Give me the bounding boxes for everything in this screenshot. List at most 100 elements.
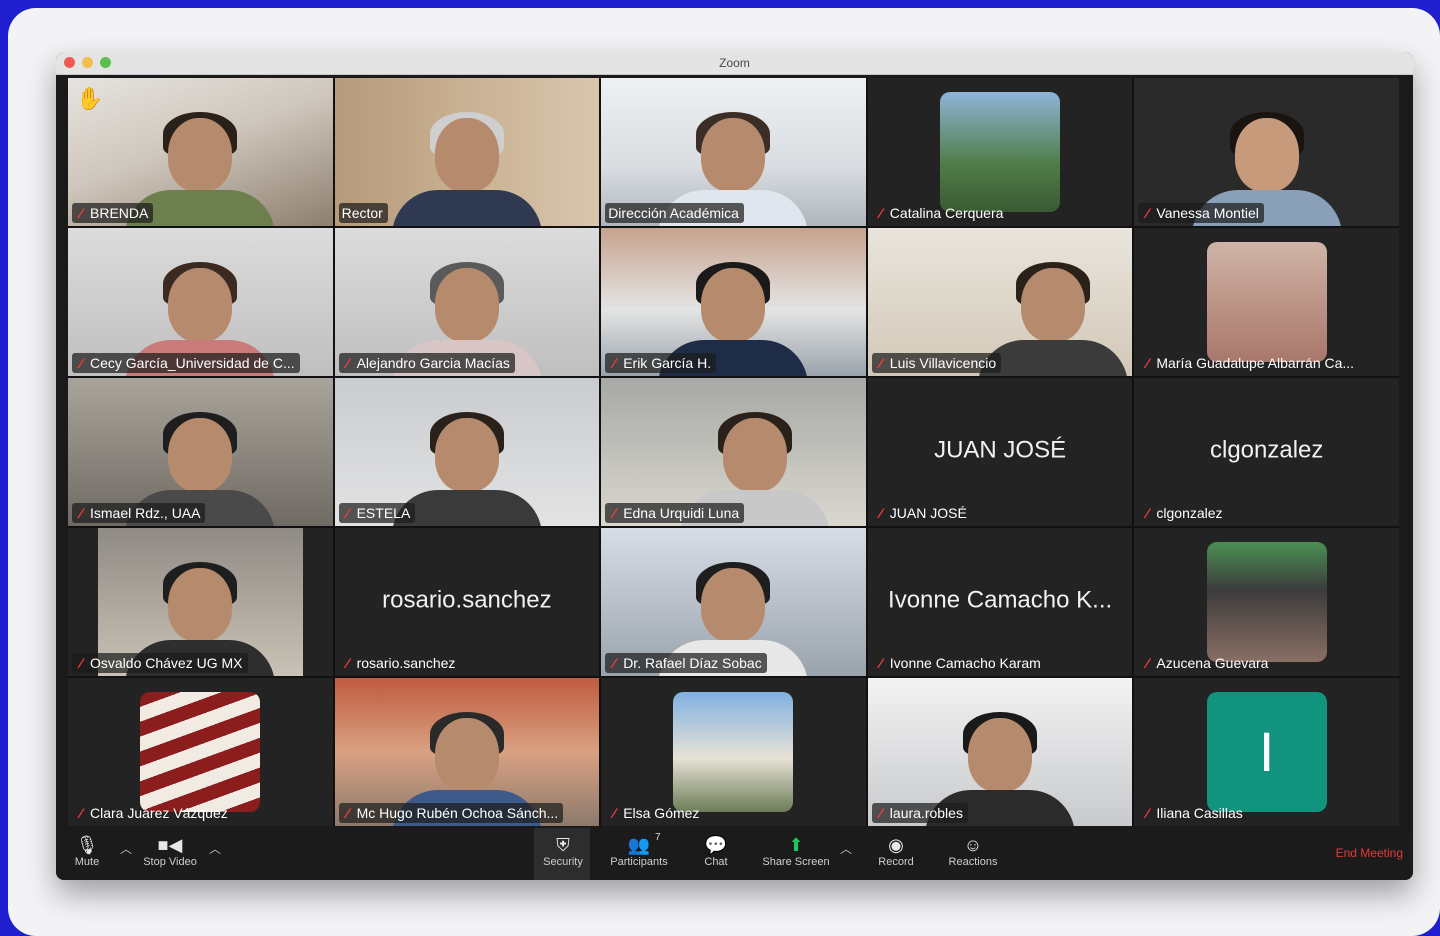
share-screen-button[interactable]: ⬆ Share Screen bbox=[756, 834, 836, 868]
mic-muted-icon: ⁄ bbox=[879, 505, 882, 521]
mic-muted-icon: ⁄ bbox=[79, 205, 83, 221]
mic-muted-icon: ⁄ bbox=[1146, 655, 1149, 671]
participant-tile[interactable]: ⁄ Osvaldo Chávez UG MX bbox=[68, 528, 333, 676]
shield-icon: ⛨ bbox=[556, 835, 570, 855]
participant-tile[interactable]: ⁄ laura.robles bbox=[867, 678, 1133, 826]
chat-bubble-icon: 💬 bbox=[704, 835, 728, 855]
participant-tile[interactable]: ⁄ ESTELA bbox=[334, 378, 600, 526]
raised-hand-icon: ✋ bbox=[76, 86, 104, 111]
window-title: Zoom bbox=[719, 56, 750, 70]
participant-tile[interactable]: Dirección Académica bbox=[601, 78, 866, 226]
video-camera-icon: ■◀ bbox=[157, 835, 183, 855]
participant-name-label: ⁄ Elsa Gómez bbox=[605, 803, 704, 823]
participant-name-label: ⁄ Vanessa Montiel bbox=[1138, 203, 1264, 223]
mute-button[interactable]: 🎙 Mute bbox=[70, 834, 104, 868]
record-button[interactable]: ◉ Record bbox=[872, 834, 920, 868]
participant-name-label: ⁄ clgonzalez bbox=[1138, 503, 1227, 523]
participant-tile[interactable]: ✋ ⁄ BRENDA bbox=[68, 78, 333, 226]
participant-tile[interactable]: ⁄ Catalina Cerquera bbox=[867, 78, 1133, 226]
screenshot-card: Zoom ✋ ⁄ BRENDA Rector Dirección Académic… bbox=[8, 8, 1440, 936]
participant-tile[interactable]: clgonzalez ⁄ clgonzalez bbox=[1134, 378, 1399, 526]
participant-tile[interactable]: ⁄ Mc Hugo Rubén Ochoa Sánch... bbox=[334, 678, 600, 826]
security-button[interactable]: ⛨ Security bbox=[538, 834, 588, 868]
participant-name-label: ⁄ Iliana Casillas bbox=[1138, 803, 1247, 823]
participant-display-name: JUAN JOSÉ bbox=[934, 436, 1067, 464]
participant-name-label: ⁄ Osvaldo Chávez UG MX bbox=[72, 653, 248, 673]
mic-muted-icon: ⁄ bbox=[79, 655, 83, 671]
mic-muted-icon: ⁄ bbox=[613, 655, 616, 671]
mic-muted-icon: ⁄ bbox=[1146, 805, 1149, 821]
participant-name-label: ⁄ Ismael Rdz., UAA bbox=[72, 503, 206, 523]
participant-name-label: ⁄ Alejandro Garcia Macías bbox=[338, 353, 515, 373]
reactions-button[interactable]: ☺ Reactions bbox=[942, 834, 1004, 868]
mic-muted-icon: ⁄ bbox=[1146, 505, 1149, 521]
participant-name-label: ⁄ Erik García H. bbox=[605, 353, 717, 373]
participant-display-name: Ivonne Camacho K... bbox=[888, 586, 1113, 614]
profile-picture bbox=[1206, 242, 1327, 362]
participant-name-label: ⁄ Azucena Guevara bbox=[1138, 653, 1273, 673]
mic-muted-icon: ⁄ bbox=[346, 505, 349, 521]
participants-button[interactable]: 👥 Participants bbox=[604, 834, 674, 868]
mic-muted-icon: ⁄ bbox=[79, 805, 83, 821]
mic-muted-icon: ⁄ bbox=[879, 355, 882, 371]
participant-name-label: ⁄ Mc Hugo Rubén Ochoa Sánch... bbox=[338, 803, 564, 823]
zoom-window: Zoom ✋ ⁄ BRENDA Rector Dirección Académic… bbox=[56, 52, 1413, 880]
avatar-initial: I bbox=[1206, 692, 1327, 812]
participant-name-label: ⁄ ESTELA bbox=[338, 503, 416, 523]
participant-tile[interactable]: ⁄ Edna Urquidi Luna bbox=[601, 378, 866, 526]
participant-name-label: ⁄ rosario.sanchez bbox=[339, 653, 461, 673]
share-screen-icon: ⬆ bbox=[788, 835, 804, 855]
participant-tile[interactable]: ⁄ Erik García H. bbox=[601, 228, 866, 376]
stop-video-button[interactable]: ■◀ Stop Video bbox=[140, 834, 200, 868]
participant-tile[interactable]: ⁄ Luis Villavicencio bbox=[867, 228, 1133, 376]
participant-tile[interactable]: ⁄ María Guadalupe Albarrán Ca... bbox=[1134, 228, 1399, 376]
participant-display-name: clgonzalez bbox=[1209, 436, 1324, 464]
participant-name-label: ⁄ laura.robles bbox=[871, 803, 968, 823]
profile-picture bbox=[673, 692, 794, 812]
share-options-chevron-icon[interactable]: ︿ bbox=[840, 840, 852, 857]
mic-muted-icon: ⁄ bbox=[346, 805, 349, 821]
participant-tile[interactable]: ⁄ Azucena Guevara bbox=[1134, 528, 1399, 676]
participant-name-label: ⁄ JUAN JOSÉ bbox=[872, 503, 972, 523]
participant-tile-active-speaker[interactable]: Rector bbox=[334, 78, 600, 226]
title-bar: Zoom bbox=[56, 52, 1413, 75]
gallery-grid: ✋ ⁄ BRENDA Rector Dirección Académica ⁄ Ca… bbox=[68, 78, 1399, 826]
participant-tile[interactable]: ⁄ Cecy García_Universidad de C... bbox=[68, 228, 333, 376]
participant-tile[interactable]: ⁄ Vanessa Montiel bbox=[1134, 78, 1399, 226]
emoji-icon: ☺ bbox=[963, 835, 983, 855]
profile-picture bbox=[940, 92, 1061, 212]
mic-muted-icon: ⁄ bbox=[1146, 355, 1149, 371]
mic-muted-icon: ⁄ bbox=[613, 505, 616, 521]
audio-options-chevron-icon[interactable]: ︿ bbox=[120, 840, 132, 857]
participant-name-label: ⁄ María Guadalupe Albarrán Ca... bbox=[1138, 353, 1359, 373]
participant-name-label: ⁄ Ivonne Camacho Karam bbox=[872, 653, 1046, 673]
profile-picture bbox=[140, 692, 261, 812]
participant-name-label: ⁄ Luis Villavicencio bbox=[871, 353, 1002, 373]
mic-muted-icon: ⁄ bbox=[79, 505, 83, 521]
mic-muted-icon: ⁄ bbox=[79, 355, 83, 371]
participant-tile[interactable]: ⁄ Alejandro Garcia Macías bbox=[334, 228, 600, 376]
meeting-toolbar: 🎙 Mute ︿ ■◀ Stop Video ︿ ⛨ Security 👥 Partic… bbox=[56, 828, 1413, 880]
participant-tile[interactable]: JUAN JOSÉ ⁄ JUAN JOSÉ bbox=[867, 378, 1133, 526]
participant-name-label: ⁄ BRENDA bbox=[72, 203, 154, 223]
mic-muted-icon: ⁄ bbox=[879, 655, 882, 671]
participant-tile[interactable]: I ⁄ Iliana Casillas bbox=[1134, 678, 1399, 826]
mic-muted-icon: ⁄ bbox=[613, 805, 616, 821]
participant-name-label: ⁄ Dr. Rafael Díaz Sobac bbox=[605, 653, 767, 673]
participant-tile[interactable]: rosario.sanchez ⁄ rosario.sanchez bbox=[334, 528, 600, 676]
video-options-chevron-icon[interactable]: ︿ bbox=[209, 840, 221, 857]
participant-tile[interactable]: ⁄ Ismael Rdz., UAA bbox=[68, 378, 333, 526]
mic-muted-icon: ⁄ bbox=[613, 355, 616, 371]
record-icon: ◉ bbox=[888, 835, 904, 855]
profile-picture bbox=[1206, 542, 1327, 662]
participant-tile[interactable]: ⁄ Elsa Gómez bbox=[601, 678, 866, 826]
mic-muted-icon: ⁄ bbox=[879, 805, 882, 821]
participant-name-label: ⁄ Edna Urquidi Luna bbox=[605, 503, 745, 523]
participant-tile[interactable]: ⁄ Clara Juárez Vázquez bbox=[68, 678, 333, 826]
participant-name-label: Rector bbox=[338, 203, 388, 223]
chat-button[interactable]: 💬 Chat bbox=[694, 834, 738, 868]
participant-display-name: rosario.sanchez bbox=[382, 586, 552, 614]
participant-tile[interactable]: Ivonne Camacho K... ⁄ Ivonne Camacho Kara… bbox=[867, 528, 1133, 676]
end-meeting-button[interactable]: End Meeting bbox=[1336, 846, 1403, 860]
participant-tile[interactable]: ⁄ Dr. Rafael Díaz Sobac bbox=[601, 528, 866, 676]
